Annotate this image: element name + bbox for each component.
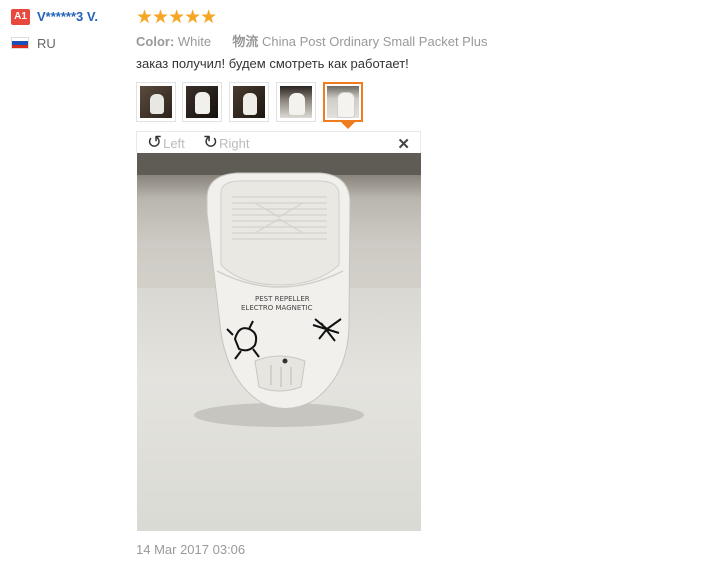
shipping-value: China Post Ordinary Small Packet Plus <box>262 34 488 49</box>
color-value: White <box>177 34 212 49</box>
review-date: 14 Mar 2017 03:06 <box>136 542 246 557</box>
reviewer-country: RU <box>37 36 56 51</box>
review-thumbnail-4[interactable] <box>276 82 316 122</box>
color-label: Color: <box>136 34 175 49</box>
selected-thumbnail-caret <box>341 122 355 129</box>
review-thumbnail-1[interactable] <box>136 82 176 122</box>
reviewer-name[interactable]: V******3 V. <box>37 9 98 24</box>
review-thumbnail-3[interactable] <box>229 82 269 122</box>
rotate-left-label: Left <box>163 135 185 151</box>
review-text: заказ получил! будем смотреть как работа… <box>136 56 409 71</box>
review-thumbnail-5[interactable] <box>323 82 363 122</box>
rotate-right-icon: ↻ <box>203 132 219 152</box>
rotate-left-icon: ↺ <box>147 132 163 152</box>
image-viewer-toolbar: ↺Left ↻Right ✕ <box>136 131 421 153</box>
shipping-label: 物流 <box>232 34 259 49</box>
star-rating: ★★★★★ <box>136 7 217 28</box>
order-attributes: Color: White 物流 China Post Ordinary Smal… <box>136 31 487 50</box>
rotate-right-label: Right <box>219 135 250 151</box>
rotate-right-button[interactable]: ↻Right <box>203 132 250 155</box>
flag-icon <box>11 37 29 49</box>
review-thumbnail-2[interactable] <box>182 82 222 122</box>
review-photo: PEST REPELLER ELECTRO MAGNETIC <box>137 153 421 531</box>
device-label-line1: PEST REPELLER <box>255 295 310 303</box>
reviewer-badge: A1 <box>11 9 30 25</box>
rotate-left-button[interactable]: ↺Left <box>147 132 185 155</box>
close-icon[interactable]: ✕ <box>397 135 410 153</box>
device-label-line2: ELECTRO MAGNETIC <box>241 304 313 312</box>
